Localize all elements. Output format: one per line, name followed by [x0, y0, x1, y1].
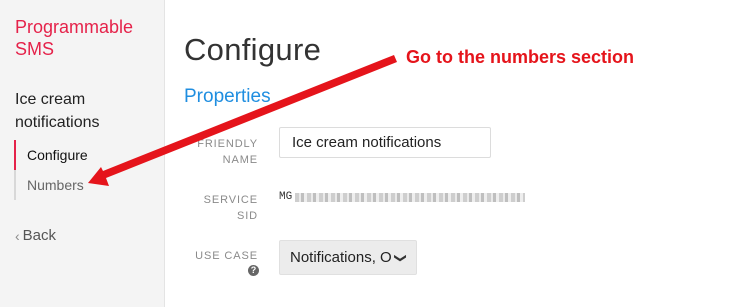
- annotation-arrow-shape: [88, 55, 397, 186]
- annotation-arrow: [88, 55, 397, 186]
